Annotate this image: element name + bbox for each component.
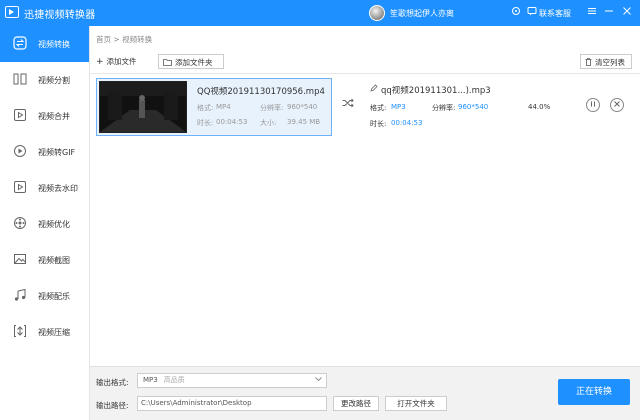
avatar[interactable]	[369, 5, 385, 21]
output-format-selected: MP3	[143, 376, 158, 384]
breadcrumb: 首页 > 视频转换	[96, 34, 152, 45]
add-file-button[interactable]: + 添加文件	[96, 54, 151, 69]
sidebar-item-split[interactable]: 视频分割	[0, 62, 89, 98]
support-link[interactable]: 联系客服	[539, 8, 571, 19]
optimize-icon	[12, 216, 28, 232]
source-resolution-label: 分辨率:	[260, 104, 284, 112]
sidebar: 视频转换 视频分割 视频合并 视频转GIF 视频去水印 视频优化 视频截图 视频…	[0, 26, 90, 420]
edit-icon[interactable]	[370, 84, 378, 94]
source-size-value: 39.45 MB	[287, 118, 321, 126]
output-duration-value: 00:04:53	[391, 119, 423, 127]
output-format-label: 格式:	[370, 104, 387, 112]
app-title: 迅捷视频转换器	[24, 10, 96, 21]
source-format-value: MP4	[216, 103, 231, 111]
sidebar-item-convert[interactable]: 视频转换	[0, 26, 89, 62]
source-format-label: 格式:	[197, 104, 214, 112]
main-panel: 首页 > 视频转换 + 添加文件 添加文件夹 清空列表 QQ视频20191130…	[90, 26, 640, 366]
source-resolution-value: 960*540	[287, 103, 318, 111]
pause-button[interactable]	[586, 98, 600, 112]
plus-icon: +	[96, 57, 104, 67]
output-path-input[interactable]: C:\Users\Administrator\Desktop	[137, 396, 327, 411]
username[interactable]: 笙歌想起伊人亦离	[390, 8, 454, 19]
video-thumbnail[interactable]	[99, 81, 187, 133]
sidebar-item-optimize[interactable]: 视频优化	[0, 206, 89, 242]
sidebar-item-label: 视频去水印	[38, 184, 78, 193]
sidebar-item-gif[interactable]: 视频转GIF	[0, 134, 89, 170]
support-icon[interactable]	[526, 6, 538, 20]
music-icon	[12, 288, 28, 304]
sidebar-item-label: 视频配乐	[38, 292, 70, 301]
output-file-name[interactable]: qq视频201911301...).mp3	[381, 84, 491, 96]
sidebar-item-watermark[interactable]: 视频去水印	[0, 170, 89, 206]
source-file-name: QQ视频20191130170956.mp4	[197, 87, 325, 97]
output-duration-label: 时长:	[370, 120, 387, 128]
output-format-value: MP3	[391, 103, 406, 111]
convert-icon	[12, 36, 28, 52]
file-row[interactable]: QQ视频20191130170956.mp4 格式: MP4 分辨率: 960*…	[96, 78, 634, 136]
folder-icon	[163, 56, 172, 71]
title-bar: 迅捷视频转换器 笙歌想起伊人亦离 联系客服	[0, 0, 640, 26]
convert-button[interactable]: 正在转换	[558, 379, 630, 405]
sidebar-item-label: 视频分割	[38, 76, 70, 85]
output-format-select[interactable]: MP3 高品质	[137, 373, 327, 388]
compress-icon	[12, 324, 28, 340]
app-logo-icon	[5, 6, 19, 18]
remove-button[interactable]	[610, 98, 624, 112]
sidebar-item-compress[interactable]: 视频压缩	[0, 314, 89, 350]
chevron-down-icon	[315, 374, 322, 387]
minimize-icon[interactable]	[603, 6, 615, 20]
source-file-card[interactable]: QQ视频20191130170956.mp4 格式: MP4 分辨率: 960*…	[96, 78, 332, 136]
trash-icon	[585, 56, 592, 71]
output-quality: 高品质	[163, 376, 185, 384]
output-resolution-value: 960*540	[458, 103, 489, 111]
watermark-icon	[12, 180, 28, 196]
source-duration-value: 00:04:53	[216, 118, 248, 126]
output-resolution-label: 分辨率:	[432, 104, 456, 112]
sidebar-item-label: 视频压缩	[38, 328, 70, 337]
clear-list-label: 清空列表	[595, 58, 625, 67]
clear-list-button[interactable]: 清空列表	[580, 54, 632, 69]
shuffle-icon	[341, 98, 355, 112]
sidebar-item-label: 视频合并	[38, 112, 70, 121]
sidebar-item-label: 视频转换	[38, 40, 70, 49]
breadcrumb-current: 视频转换	[122, 35, 153, 44]
add-folder-button[interactable]: 添加文件夹	[158, 54, 224, 69]
close-icon[interactable]	[621, 6, 633, 20]
change-path-button[interactable]: 更改路径	[333, 396, 379, 411]
bottom-bar: 输出格式: MP3 高品质 输出路径: C:\Users\Administrato…	[90, 366, 640, 420]
sidebar-item-merge[interactable]: 视频合并	[0, 98, 89, 134]
breadcrumb-home[interactable]: 首页	[96, 35, 111, 44]
breadcrumb-separator: >	[113, 35, 120, 44]
split-icon	[12, 72, 28, 88]
gif-icon	[12, 144, 28, 160]
progress-text: 44.0%	[528, 103, 551, 111]
output-format-field-label: 输出格式:	[96, 378, 129, 387]
add-file-label: 添加文件	[106, 57, 137, 66]
divider	[90, 73, 640, 74]
output-path-field-label: 输出路径:	[96, 401, 129, 410]
skin-icon[interactable]	[510, 6, 522, 20]
add-folder-label: 添加文件夹	[175, 58, 213, 67]
sidebar-item-label: 视频转GIF	[38, 148, 76, 157]
merge-icon	[12, 108, 28, 124]
source-size-label: 大小:	[260, 119, 277, 127]
sidebar-item-label: 视频截图	[38, 256, 70, 265]
screenshot-icon	[12, 252, 28, 268]
sidebar-item-label: 视频优化	[38, 220, 70, 229]
sidebar-item-screenshot[interactable]: 视频截图	[0, 242, 89, 278]
sidebar-item-music[interactable]: 视频配乐	[0, 278, 89, 314]
menu-icon[interactable]	[586, 6, 598, 20]
open-folder-button[interactable]: 打开文件夹	[385, 396, 447, 411]
source-duration-label: 时长:	[197, 119, 214, 127]
